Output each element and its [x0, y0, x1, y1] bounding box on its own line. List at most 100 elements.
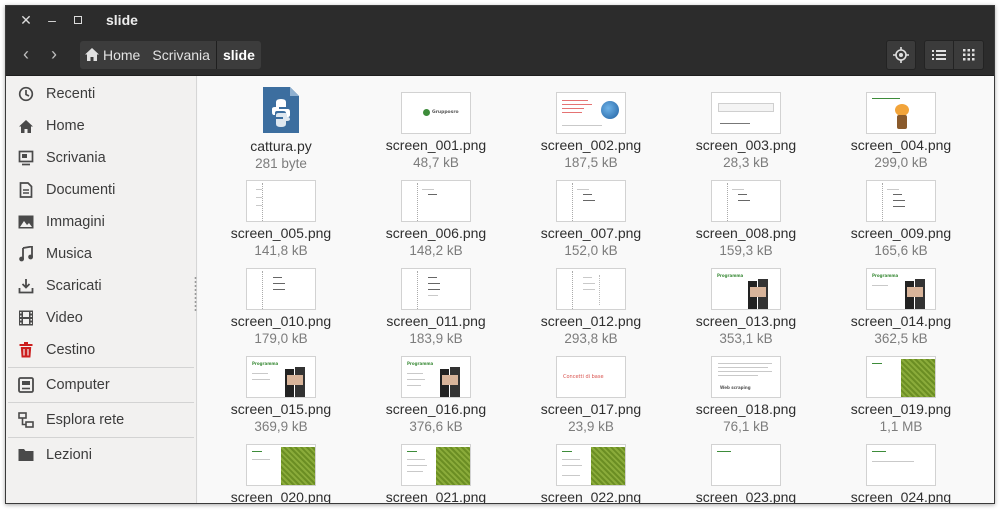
file-name: screen_003.png	[695, 137, 797, 153]
file-item[interactable]: screen_007.png 152,0 kB	[516, 180, 666, 258]
file-name: screen_015.png	[230, 401, 332, 417]
sidebar-item-computer[interactable]: Computer	[6, 369, 196, 401]
thumbnail-text: Grupposro	[432, 110, 459, 115]
file-size: 281 byte	[255, 156, 307, 171]
breadcrumb-current[interactable]: slide	[215, 40, 261, 69]
file-item[interactable]: cattura.py 281 byte	[206, 86, 356, 171]
python-file-icon	[262, 86, 300, 134]
thumbnail-text: Web scraping	[720, 385, 751, 390]
breadcrumb-scrivania-label: Scrivania	[152, 46, 210, 63]
clock-icon	[17, 85, 35, 103]
file-item[interactable]: screen_012.png 293,8 kB	[516, 268, 666, 346]
file-thumbnail: Programma	[866, 268, 936, 310]
title-bar: ✕ – slide	[6, 6, 994, 34]
sidebar-item-video[interactable]: Video	[6, 302, 196, 334]
file-size: 28,3 kB	[723, 155, 769, 170]
maximize-icon	[74, 16, 82, 24]
sidebar-item-musica[interactable]: Musica	[6, 238, 196, 270]
minimize-window-button[interactable]: –	[42, 10, 62, 30]
grid-view-icon	[962, 49, 974, 61]
file-name: screen_019.png	[850, 401, 952, 417]
file-item[interactable]: Concetti di base screen_017.png 23,9 kB	[516, 356, 666, 434]
breadcrumb-home[interactable]: Home	[80, 40, 147, 69]
file-item[interactable]: screen_006.png 148,2 kB	[361, 180, 511, 258]
file-item[interactable]: screen_024.png	[826, 444, 976, 503]
video-icon	[17, 309, 35, 327]
folder-icon	[17, 446, 35, 464]
file-item[interactable]: screen_009.png 165,6 kB	[826, 180, 976, 258]
file-item[interactable]: Grupposro screen_001.png 48,7 kB	[361, 92, 511, 170]
file-name: screen_006.png	[385, 225, 487, 241]
file-thumbnail	[401, 180, 471, 222]
file-name: screen_004.png	[850, 137, 952, 153]
file-item[interactable]: screen_019.png 1,1 MB	[826, 356, 976, 434]
file-size: 141,8 kB	[254, 243, 308, 258]
sidebar-item-label: Lezioni	[46, 447, 92, 463]
sidebar-item-recenti[interactable]: Recenti	[6, 78, 196, 110]
file-thumbnail	[711, 92, 781, 134]
thumbnail-text: Programma	[872, 273, 899, 278]
file-thumbnail	[866, 444, 936, 486]
file-name: screen_001.png	[385, 137, 487, 153]
file-thumbnail	[556, 444, 626, 486]
sidebar: Recenti Home Scrivania Documenti Immagin…	[6, 76, 197, 503]
sidebar-item-esplora-rete[interactable]: Esplora rete	[6, 404, 196, 436]
file-name: screen_010.png	[230, 313, 332, 329]
close-icon: ✕	[20, 11, 32, 28]
network-icon	[17, 411, 35, 429]
file-item[interactable]: screen_002.png 187,5 kB	[516, 92, 666, 170]
file-name: screen_016.png	[385, 401, 487, 417]
file-item[interactable]: Programma screen_015.png 369,9 kB	[206, 356, 356, 434]
sidebar-item-cestino[interactable]: Cestino	[6, 334, 196, 366]
breadcrumb-scrivania[interactable]: Scrivania	[146, 40, 216, 69]
file-item[interactable]: Web scraping screen_018.png 76,1 kB	[671, 356, 821, 434]
file-thumbnail	[401, 444, 471, 486]
file-item[interactable]: screen_023.png	[671, 444, 821, 503]
file-item[interactable]: screen_021.png	[361, 444, 511, 504]
sidebar-item-lezioni[interactable]: Lezioni	[6, 439, 196, 471]
file-item[interactable]: screen_020.png	[206, 444, 356, 504]
sidebar-resize-handle[interactable]	[194, 276, 197, 312]
forward-button[interactable]: ›	[40, 40, 68, 70]
sidebar-item-label: Scrivania	[46, 150, 106, 166]
sidebar-item-scaricati[interactable]: Scaricati	[6, 270, 196, 302]
file-thumbnail: Programma	[401, 356, 471, 398]
file-item[interactable]: screen_003.png 28,3 kB	[671, 92, 821, 170]
file-name: screen_020.png	[230, 489, 332, 504]
location-button[interactable]	[886, 40, 916, 70]
file-item[interactable]: Programma screen_014.png 362,5 kB	[826, 268, 976, 346]
file-size: 165,6 kB	[874, 243, 928, 258]
file-name: screen_009.png	[850, 225, 952, 241]
home-icon	[17, 117, 35, 135]
sidebar-item-scrivania[interactable]: Scrivania	[6, 142, 196, 174]
music-icon	[17, 245, 35, 263]
sidebar-item-label: Home	[46, 118, 85, 134]
crosshair-icon	[893, 47, 909, 63]
file-item[interactable]: screen_011.png 183,9 kB	[361, 268, 511, 346]
close-window-button[interactable]: ✕	[16, 10, 36, 30]
sidebar-item-immagini[interactable]: Immagini	[6, 206, 196, 238]
file-item[interactable]: screen_022.png	[516, 444, 666, 504]
grid-view-button[interactable]	[954, 40, 984, 70]
file-item[interactable]: Programma screen_016.png 376,6 kB	[361, 356, 511, 434]
list-view-button[interactable]	[924, 40, 954, 70]
file-thumbnail	[866, 180, 936, 222]
sidebar-item-home[interactable]: Home	[6, 110, 196, 142]
file-name: screen_022.png	[540, 489, 642, 504]
file-name: screen_021.png	[385, 489, 487, 504]
file-item[interactable]: Programma screen_013.png 353,1 kB	[671, 268, 821, 346]
file-thumbnail	[556, 268, 626, 310]
file-item[interactable]: screen_005.png 141,8 kB	[206, 180, 356, 258]
file-thumbnail	[711, 444, 781, 486]
thumbnail-text: Programma	[252, 361, 279, 366]
file-size: 48,7 kB	[413, 155, 459, 170]
desktop-icon	[17, 149, 35, 167]
maximize-window-button[interactable]	[68, 10, 88, 30]
file-item[interactable]: screen_008.png 159,3 kB	[671, 180, 821, 258]
file-size: 148,2 kB	[409, 243, 463, 258]
file-item[interactable]: screen_004.png 299,0 kB	[826, 92, 976, 170]
back-button[interactable]: ‹	[12, 40, 40, 70]
file-item[interactable]: screen_010.png 179,0 kB	[206, 268, 356, 346]
file-thumbnail: Grupposro	[401, 92, 471, 134]
sidebar-item-documenti[interactable]: Documenti	[6, 174, 196, 206]
